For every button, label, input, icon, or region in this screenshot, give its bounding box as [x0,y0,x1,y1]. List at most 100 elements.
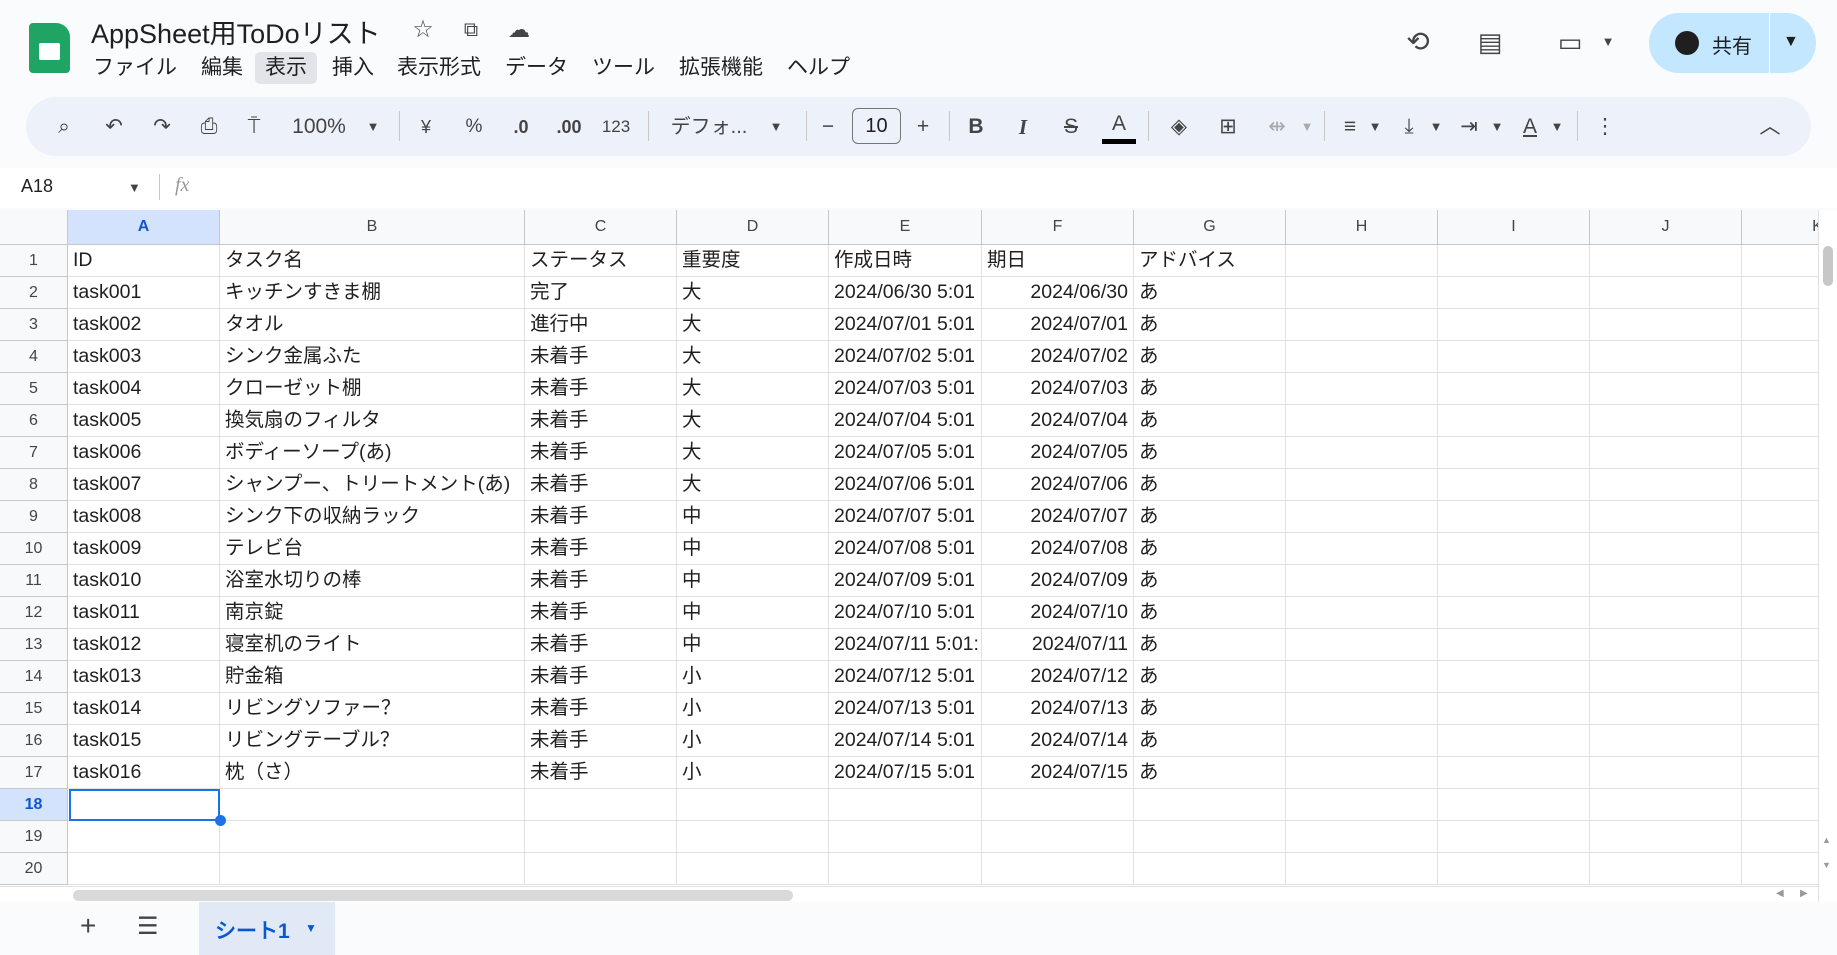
cell[interactable] [1590,373,1742,405]
search-icon[interactable]: ⌕ [58,110,70,144]
cell[interactable]: 2024/07/12 [982,661,1134,693]
cell[interactable] [1742,565,1818,597]
cell[interactable] [1438,597,1590,629]
cell[interactable] [1590,629,1742,661]
text-rotation-icon[interactable]: A [1523,110,1537,144]
font-size-decrease-button[interactable]: − [822,110,834,144]
sheet-tab-active[interactable]: シート1 ▼ [199,902,335,955]
row-header-14[interactable]: 14 [0,661,68,693]
text-color-button[interactable]: A [1102,110,1136,144]
column-header-h[interactable]: H [1286,210,1438,245]
menu-format[interactable]: 表示形式 [387,52,491,84]
cell[interactable]: 未着手 [525,565,677,597]
menu-file[interactable]: ファイル [83,52,187,84]
text-rotation-dropdown-icon[interactable]: ▼ [1551,110,1564,144]
cell[interactable]: 2024/07/13 [982,693,1134,725]
cell[interactable] [1438,405,1590,437]
cell[interactable] [1590,533,1742,565]
more-options-icon[interactable]: ⋮ [1595,110,1616,144]
cell[interactable]: 2024/07/14 5:01 [829,725,982,757]
cell[interactable]: 2024/07/04 5:01 [829,405,982,437]
currency-button[interactable]: ¥ [421,110,431,144]
cell[interactable]: 中 [677,501,829,533]
cell[interactable] [1286,725,1438,757]
cell[interactable]: 2024/07/02 5:01 [829,341,982,373]
cell[interactable] [525,789,677,821]
header-cell[interactable] [1590,245,1742,277]
cell[interactable] [1286,597,1438,629]
vertical-align-icon[interactable]: ⤓ [1404,110,1413,144]
cell[interactable]: 2024/07/13 5:01 [829,693,982,725]
cell[interactable]: 小 [677,661,829,693]
cell[interactable]: テレビ台 [220,533,525,565]
cell[interactable]: シャンプー、トリートメント(あ) [220,469,525,501]
column-header-a[interactable]: A [68,210,220,245]
cell[interactable] [1438,757,1590,789]
cell[interactable] [1742,597,1818,629]
cell[interactable] [1286,501,1438,533]
cell[interactable] [1742,469,1818,501]
cell[interactable] [1742,853,1818,885]
all-sheets-button[interactable]: ☰ [137,912,159,941]
cell[interactable]: task001 [68,277,220,309]
cell[interactable] [1590,341,1742,373]
menu-help[interactable]: ヘルプ [777,52,860,84]
header-cell[interactable] [1742,245,1818,277]
row-header-19[interactable]: 19 [0,821,68,853]
cell[interactable] [1286,405,1438,437]
bold-button[interactable]: B [968,110,983,144]
row-header-4[interactable]: 4 [0,341,68,373]
row-header-11[interactable]: 11 [0,565,68,597]
cell[interactable]: 未着手 [525,693,677,725]
cell[interactable]: 未着手 [525,501,677,533]
cell[interactable]: あ [1134,597,1286,629]
cell[interactable] [1590,693,1742,725]
undo-icon[interactable]: ↶ [105,110,123,144]
cell[interactable]: 未着手 [525,533,677,565]
cell[interactable]: 2024/07/01 5:01 [829,309,982,341]
cell[interactable] [1438,629,1590,661]
cell[interactable]: task008 [68,501,220,533]
cell[interactable]: task011 [68,597,220,629]
cell[interactable]: あ [1134,661,1286,693]
strikethrough-icon[interactable]: S [1064,110,1078,144]
cell[interactable]: 2024/07/04 [982,405,1134,437]
cell[interactable] [1742,373,1818,405]
cell[interactable]: シンク金属ふた [220,341,525,373]
cell[interactable] [1438,469,1590,501]
cell[interactable] [68,853,220,885]
header-cell[interactable] [1438,245,1590,277]
cell[interactable] [1742,405,1818,437]
cell[interactable] [1742,309,1818,341]
row-header-5[interactable]: 5 [0,373,68,405]
horizontal-scroll-thumb[interactable] [73,890,793,901]
cell[interactable]: 2024/07/02 [982,341,1134,373]
cell[interactable]: あ [1134,533,1286,565]
cell[interactable]: ボディーソープ(あ) [220,437,525,469]
cell[interactable]: task014 [68,693,220,725]
column-header-c[interactable]: C [525,210,677,245]
sheet-tab-dropdown-icon[interactable]: ▼ [305,921,317,935]
cell[interactable]: 進行中 [525,309,677,341]
print-icon[interactable]: ⎙ [201,110,218,144]
cell[interactable]: 2024/07/07 5:01 [829,501,982,533]
cell[interactable] [982,789,1134,821]
menu-edit[interactable]: 編集 [191,52,253,84]
cell[interactable]: 未着手 [525,341,677,373]
row-header-7[interactable]: 7 [0,437,68,469]
cell[interactable]: 2024/06/30 5:01 [829,277,982,309]
cell[interactable] [1286,437,1438,469]
cell[interactable]: 小 [677,757,829,789]
cell[interactable] [1286,661,1438,693]
cell[interactable] [1742,277,1818,309]
cell[interactable] [1438,725,1590,757]
cell[interactable]: 大 [677,437,829,469]
row-header-18[interactable]: 18 [0,789,68,821]
cell[interactable]: task007 [68,469,220,501]
menu-extensions[interactable]: 拡張機能 [669,52,773,84]
cell[interactable]: 未着手 [525,757,677,789]
font-select[interactable]: デフォ... [671,110,748,144]
vertical-scroll-thumb[interactable] [1823,246,1833,286]
cell[interactable]: あ [1134,373,1286,405]
cell[interactable]: task003 [68,341,220,373]
